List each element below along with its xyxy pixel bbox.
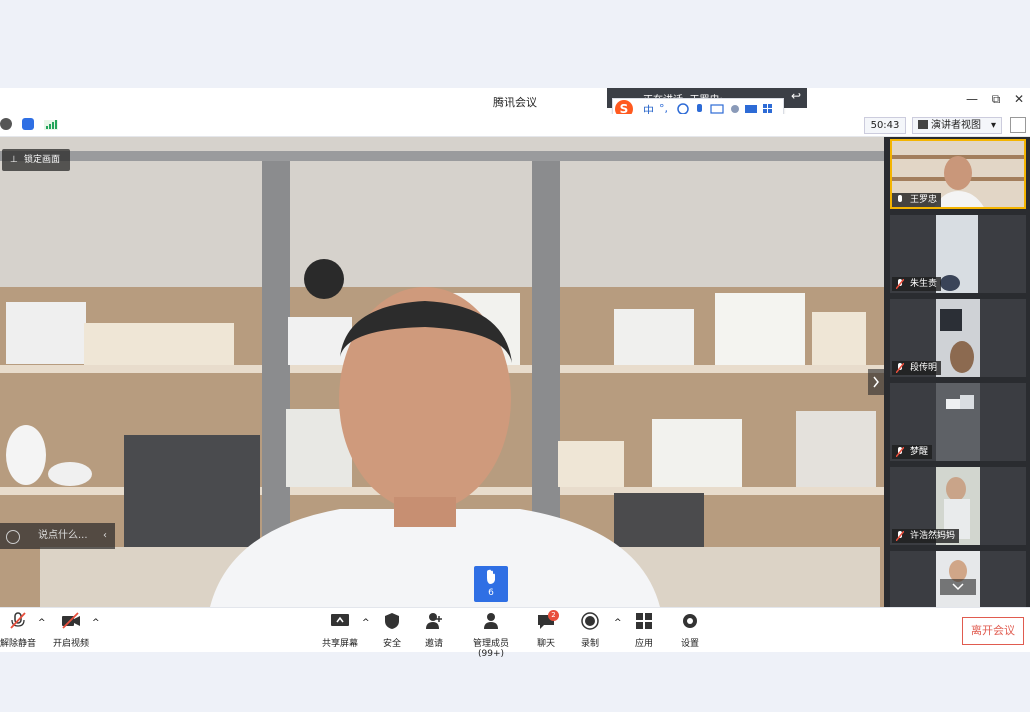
record-button[interactable]: 录制 bbox=[576, 612, 604, 649]
meeting-timer: 50:43 bbox=[864, 117, 906, 134]
start-video-button[interactable]: 开启视频 bbox=[50, 612, 92, 649]
hand-icon bbox=[487, 569, 495, 584]
chevron-up-icon[interactable]: ^ bbox=[38, 618, 46, 628]
lock-label: 锁定画面 bbox=[24, 155, 61, 165]
participant-tile[interactable]: 许浩然妈妈 bbox=[890, 467, 1026, 545]
participant-name-bar: 梦醒 bbox=[892, 445, 933, 459]
share-screen-icon bbox=[331, 614, 349, 626]
minimize-button[interactable]: — bbox=[963, 92, 981, 106]
unmute-label: 解除静音 bbox=[0, 639, 36, 649]
participant-tile[interactable]: 梦醒 bbox=[890, 383, 1026, 461]
apps-icon bbox=[636, 613, 652, 629]
mic-muted-icon bbox=[896, 363, 904, 373]
meeting-window: 腾讯会议 — ⧉ ✕ 正在讲话: 王罗忠; ↩ S 中 °, 50: bbox=[0, 88, 1030, 659]
mic-muted-icon bbox=[10, 612, 26, 629]
chat-badge: 2 bbox=[548, 610, 559, 621]
manage-label: 管理成员(99+) bbox=[472, 639, 509, 659]
shield-icon bbox=[385, 613, 399, 629]
camera-off-icon bbox=[62, 612, 80, 629]
speaker-video-frame bbox=[0, 137, 884, 607]
info-bar: 50:43 演讲者视图 ▾ bbox=[0, 114, 1030, 137]
mic-icon bbox=[898, 195, 902, 202]
title-bar: 腾讯会议 — ⧉ ✕ bbox=[0, 88, 1030, 114]
participant-name: 许浩然妈妈 bbox=[910, 531, 956, 541]
participant-tile[interactable]: 段传明 bbox=[890, 299, 1026, 377]
raise-hand-count: 6 bbox=[488, 588, 494, 598]
participant-name-bar: 段传明 bbox=[892, 361, 942, 375]
record-label: 录制 bbox=[580, 639, 599, 649]
chat-placeholder: 说点什么... bbox=[38, 530, 88, 541]
share-label: 共享屏幕 bbox=[321, 639, 358, 649]
chevron-left-icon[interactable]: ‹ bbox=[103, 523, 107, 549]
restore-button[interactable]: ⧉ bbox=[987, 92, 1005, 107]
apps-button[interactable]: 应用 bbox=[630, 612, 658, 649]
participant-tile[interactable] bbox=[890, 551, 1026, 607]
add-user-icon bbox=[426, 613, 442, 629]
settings-label: 设置 bbox=[680, 639, 699, 649]
participant-name-bar: 许浩然妈妈 bbox=[892, 529, 960, 543]
participant-tile[interactable]: 朱生贵 bbox=[890, 215, 1026, 293]
security-label: 安全 bbox=[382, 639, 401, 649]
start-video-label: 开启视频 bbox=[52, 639, 89, 649]
mic-muted-icon bbox=[896, 531, 904, 541]
shield-icon[interactable] bbox=[22, 118, 34, 130]
chevron-up-icon[interactable]: ^ bbox=[92, 618, 100, 628]
chat-label: 聊天 bbox=[536, 639, 555, 649]
participant-name: 朱生贵 bbox=[910, 279, 938, 289]
lock-view-button[interactable]: ⊥ 锁定画面 bbox=[2, 149, 71, 171]
participant-sidebar: 王罗忠 朱生贵 段传明 梦醒 许浩然妈妈 bbox=[884, 137, 1030, 607]
chevron-down-icon: ▾ bbox=[990, 120, 996, 131]
back-icon[interactable]: ↩ bbox=[791, 89, 801, 103]
participant-name: 王罗忠 bbox=[910, 195, 938, 205]
manage-members-button[interactable]: 管理成员(99+) bbox=[460, 612, 522, 659]
invite-label: 邀请 bbox=[424, 639, 443, 649]
unmute-button[interactable]: 解除静音 bbox=[0, 612, 38, 649]
apps-label: 应用 bbox=[634, 639, 653, 649]
view-dropdown[interactable]: 演讲者视图 ▾ bbox=[912, 117, 1002, 134]
chevron-right-icon[interactable] bbox=[868, 369, 884, 395]
pin-icon: ⊥ bbox=[10, 155, 18, 165]
mic-muted-icon bbox=[896, 279, 904, 289]
participant-name-bar: 朱生贵 bbox=[892, 277, 942, 291]
participant-name: 梦醒 bbox=[910, 447, 929, 457]
participant-name: 段传明 bbox=[910, 363, 938, 373]
chevron-up-icon[interactable]: ^ bbox=[362, 618, 370, 628]
bottom-toolbar: 解除静音 ^ 开启视频 ^ 共享屏幕 ^ 安全 邀请 管理成员(99+) 聊天 … bbox=[0, 607, 1030, 659]
chat-quick-input[interactable]: 说点什么... ‹ bbox=[0, 523, 115, 549]
participant-name-bar: 王罗忠 bbox=[892, 193, 942, 207]
raise-hand-button[interactable]: 6 bbox=[474, 566, 508, 602]
view-label: 演讲者视图 bbox=[931, 120, 981, 131]
chat-button[interactable]: 聊天 2 bbox=[532, 610, 560, 649]
chevron-down-icon[interactable] bbox=[940, 579, 976, 595]
layout-icon bbox=[918, 120, 928, 129]
main-video[interactable]: ⊥ 锁定画面 说点什么... ‹ 6 bbox=[0, 137, 884, 607]
mic-muted-icon bbox=[896, 447, 904, 457]
window-title: 腾讯会议 bbox=[493, 96, 537, 109]
security-button[interactable]: 安全 bbox=[378, 612, 406, 649]
settings-button[interactable]: 设置 bbox=[676, 612, 704, 649]
emoji-icon[interactable] bbox=[6, 530, 20, 544]
signal-icon[interactable] bbox=[44, 118, 58, 130]
invite-button[interactable]: 邀请 bbox=[420, 612, 448, 649]
members-icon bbox=[484, 613, 498, 629]
chevron-up-icon[interactable]: ^ bbox=[614, 618, 622, 628]
fullscreen-icon[interactable] bbox=[1010, 117, 1026, 133]
leave-meeting-button[interactable]: 离开会议 bbox=[962, 617, 1024, 645]
info-icon[interactable] bbox=[0, 118, 12, 130]
record-icon bbox=[581, 612, 599, 630]
gear-icon bbox=[683, 614, 697, 628]
close-button[interactable]: ✕ bbox=[1010, 92, 1028, 106]
participant-tile[interactable]: 王罗忠 bbox=[890, 139, 1026, 209]
share-screen-button[interactable]: 共享屏幕 bbox=[320, 612, 360, 649]
